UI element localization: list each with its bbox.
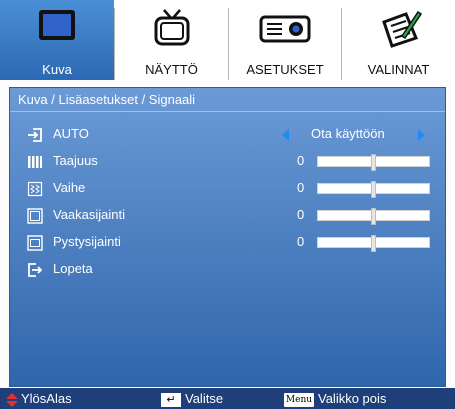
frequency-icon: [28, 156, 42, 168]
hint-exit-label: Valikko pois: [318, 391, 387, 406]
menu-item-vaihe[interactable]: Vaihe 0: [10, 177, 445, 201]
menu-item-taajuus[interactable]: Taajuus 0: [10, 150, 445, 174]
hint-select-label: Valitse: [185, 391, 224, 406]
monitor-icon: [39, 10, 75, 40]
enter-key-icon: ↵: [161, 392, 181, 407]
slider-knob[interactable]: [370, 181, 376, 198]
arrow-right-icon[interactable]: [418, 129, 425, 141]
hint-updown: YlösAlas: [6, 388, 72, 409]
tab-asetukset-label: ASETUKSET: [246, 62, 324, 77]
exit-icon: [28, 263, 43, 277]
breadcrumb: Kuva / Lisäasetukset / Signaali: [10, 88, 445, 112]
tab-bar: Kuva NÄYTTÖ ASETUKSET VALINNAT: [0, 0, 455, 80]
hint-exit: Menu Valikko pois: [284, 388, 386, 409]
phase-icon: [27, 181, 43, 197]
footer-hints: YlösAlas ↵ Valitse Menu Valikko pois: [0, 388, 455, 409]
tab-naytto[interactable]: NÄYTTÖ: [115, 0, 228, 80]
menu-item-label: AUTO: [53, 126, 89, 141]
slider-knob[interactable]: [370, 154, 376, 171]
tv-icon: [154, 9, 189, 46]
menu-item-label: Lopeta: [53, 261, 93, 276]
tab-asetukset[interactable]: ASETUKSET: [229, 0, 341, 80]
horizontal-position-icon: [27, 208, 43, 224]
slider-value: 0: [297, 207, 305, 222]
vertical-position-icon: [27, 235, 43, 251]
slider[interactable]: [317, 181, 430, 198]
osd-menu: Kuva NÄYTTÖ ASETUKSET VALINNAT Kuva / Li…: [0, 0, 455, 409]
slider-knob[interactable]: [370, 208, 376, 225]
menu-item-pystysijainti[interactable]: Pystysijainti 0: [10, 231, 445, 255]
menu-item-label: Vaihe: [53, 180, 86, 195]
slider[interactable]: [317, 208, 430, 225]
menu-item-vaakasijainti[interactable]: Vaakasijainti 0: [10, 204, 445, 228]
tab-naytto-label: NÄYTTÖ: [145, 62, 198, 77]
settings-panel: Kuva / Lisäasetukset / Signaali AUTO Ota…: [9, 87, 446, 387]
auto-value: Ota käyttöön: [311, 126, 385, 141]
slider[interactable]: [317, 235, 430, 252]
slider-value: 0: [297, 153, 305, 168]
slider-value: 0: [297, 234, 305, 249]
menu-item-label: Taajuus: [53, 153, 98, 168]
slider[interactable]: [317, 154, 430, 171]
menu-item-auto[interactable]: AUTO Ota käyttöön: [10, 123, 445, 147]
tab-valinnat-label: VALINNAT: [367, 62, 430, 77]
hint-select: ↵ Valitse: [161, 388, 223, 409]
hint-updown-label: YlösAlas: [21, 391, 72, 406]
slider-value: 0: [297, 180, 305, 195]
menu-key-icon: Menu: [284, 392, 314, 407]
tab-valinnat[interactable]: VALINNAT: [342, 0, 455, 80]
menu-item-label: Pystysijainti: [53, 234, 121, 249]
arrow-left-icon[interactable]: [282, 129, 289, 141]
updown-arrow-icon: [6, 392, 18, 407]
tab-kuva-label: Kuva: [42, 62, 72, 77]
slider-knob[interactable]: [370, 235, 376, 252]
projector-icon: [259, 15, 311, 43]
tab-kuva[interactable]: Kuva: [0, 0, 114, 80]
menu-item-label: Vaakasijainti: [53, 207, 126, 222]
options-icon: [381, 10, 422, 48]
input-icon: [28, 128, 42, 142]
menu-item-lopeta[interactable]: Lopeta: [10, 258, 445, 282]
